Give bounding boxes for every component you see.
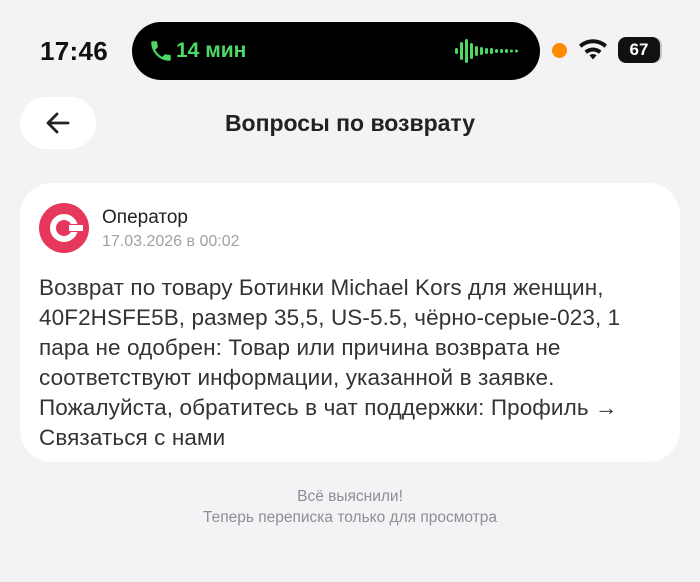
message-card: Оператор 17.03.2026 в 00:02 Возврат по т… [20, 183, 680, 462]
waveform-icon [455, 39, 518, 63]
chat-screen: 17:46 14 мин 67 Вопросы по возврату Опер… [0, 0, 700, 582]
status-bar: 17:46 14 мин 67 [0, 0, 700, 100]
notice-line-1: Всё выяснили! [297, 488, 403, 505]
wifi-icon [579, 39, 607, 60]
battery-icon: 67 [618, 37, 660, 63]
notice-line-2: Теперь переписка только для просмотра [203, 509, 497, 526]
page-title: Вопросы по возврату [224, 110, 476, 136]
status-time: 17:46 [40, 36, 108, 66]
message-text: Возврат по товару Ботинки Michael Kors д… [39, 275, 621, 450]
sender-name: Оператор [102, 207, 188, 228]
call-duration: 14 мин [176, 39, 247, 62]
phone-icon [151, 41, 171, 61]
operator-logo-icon [39, 203, 89, 253]
read-only-notice: Всё выяснили! Теперь переписка только дл… [0, 486, 700, 528]
message-timestamp: 17.03.2026 в 00:02 [102, 233, 240, 250]
mic-indicator [552, 43, 567, 58]
dynamic-island[interactable]: 14 мин [132, 22, 540, 80]
